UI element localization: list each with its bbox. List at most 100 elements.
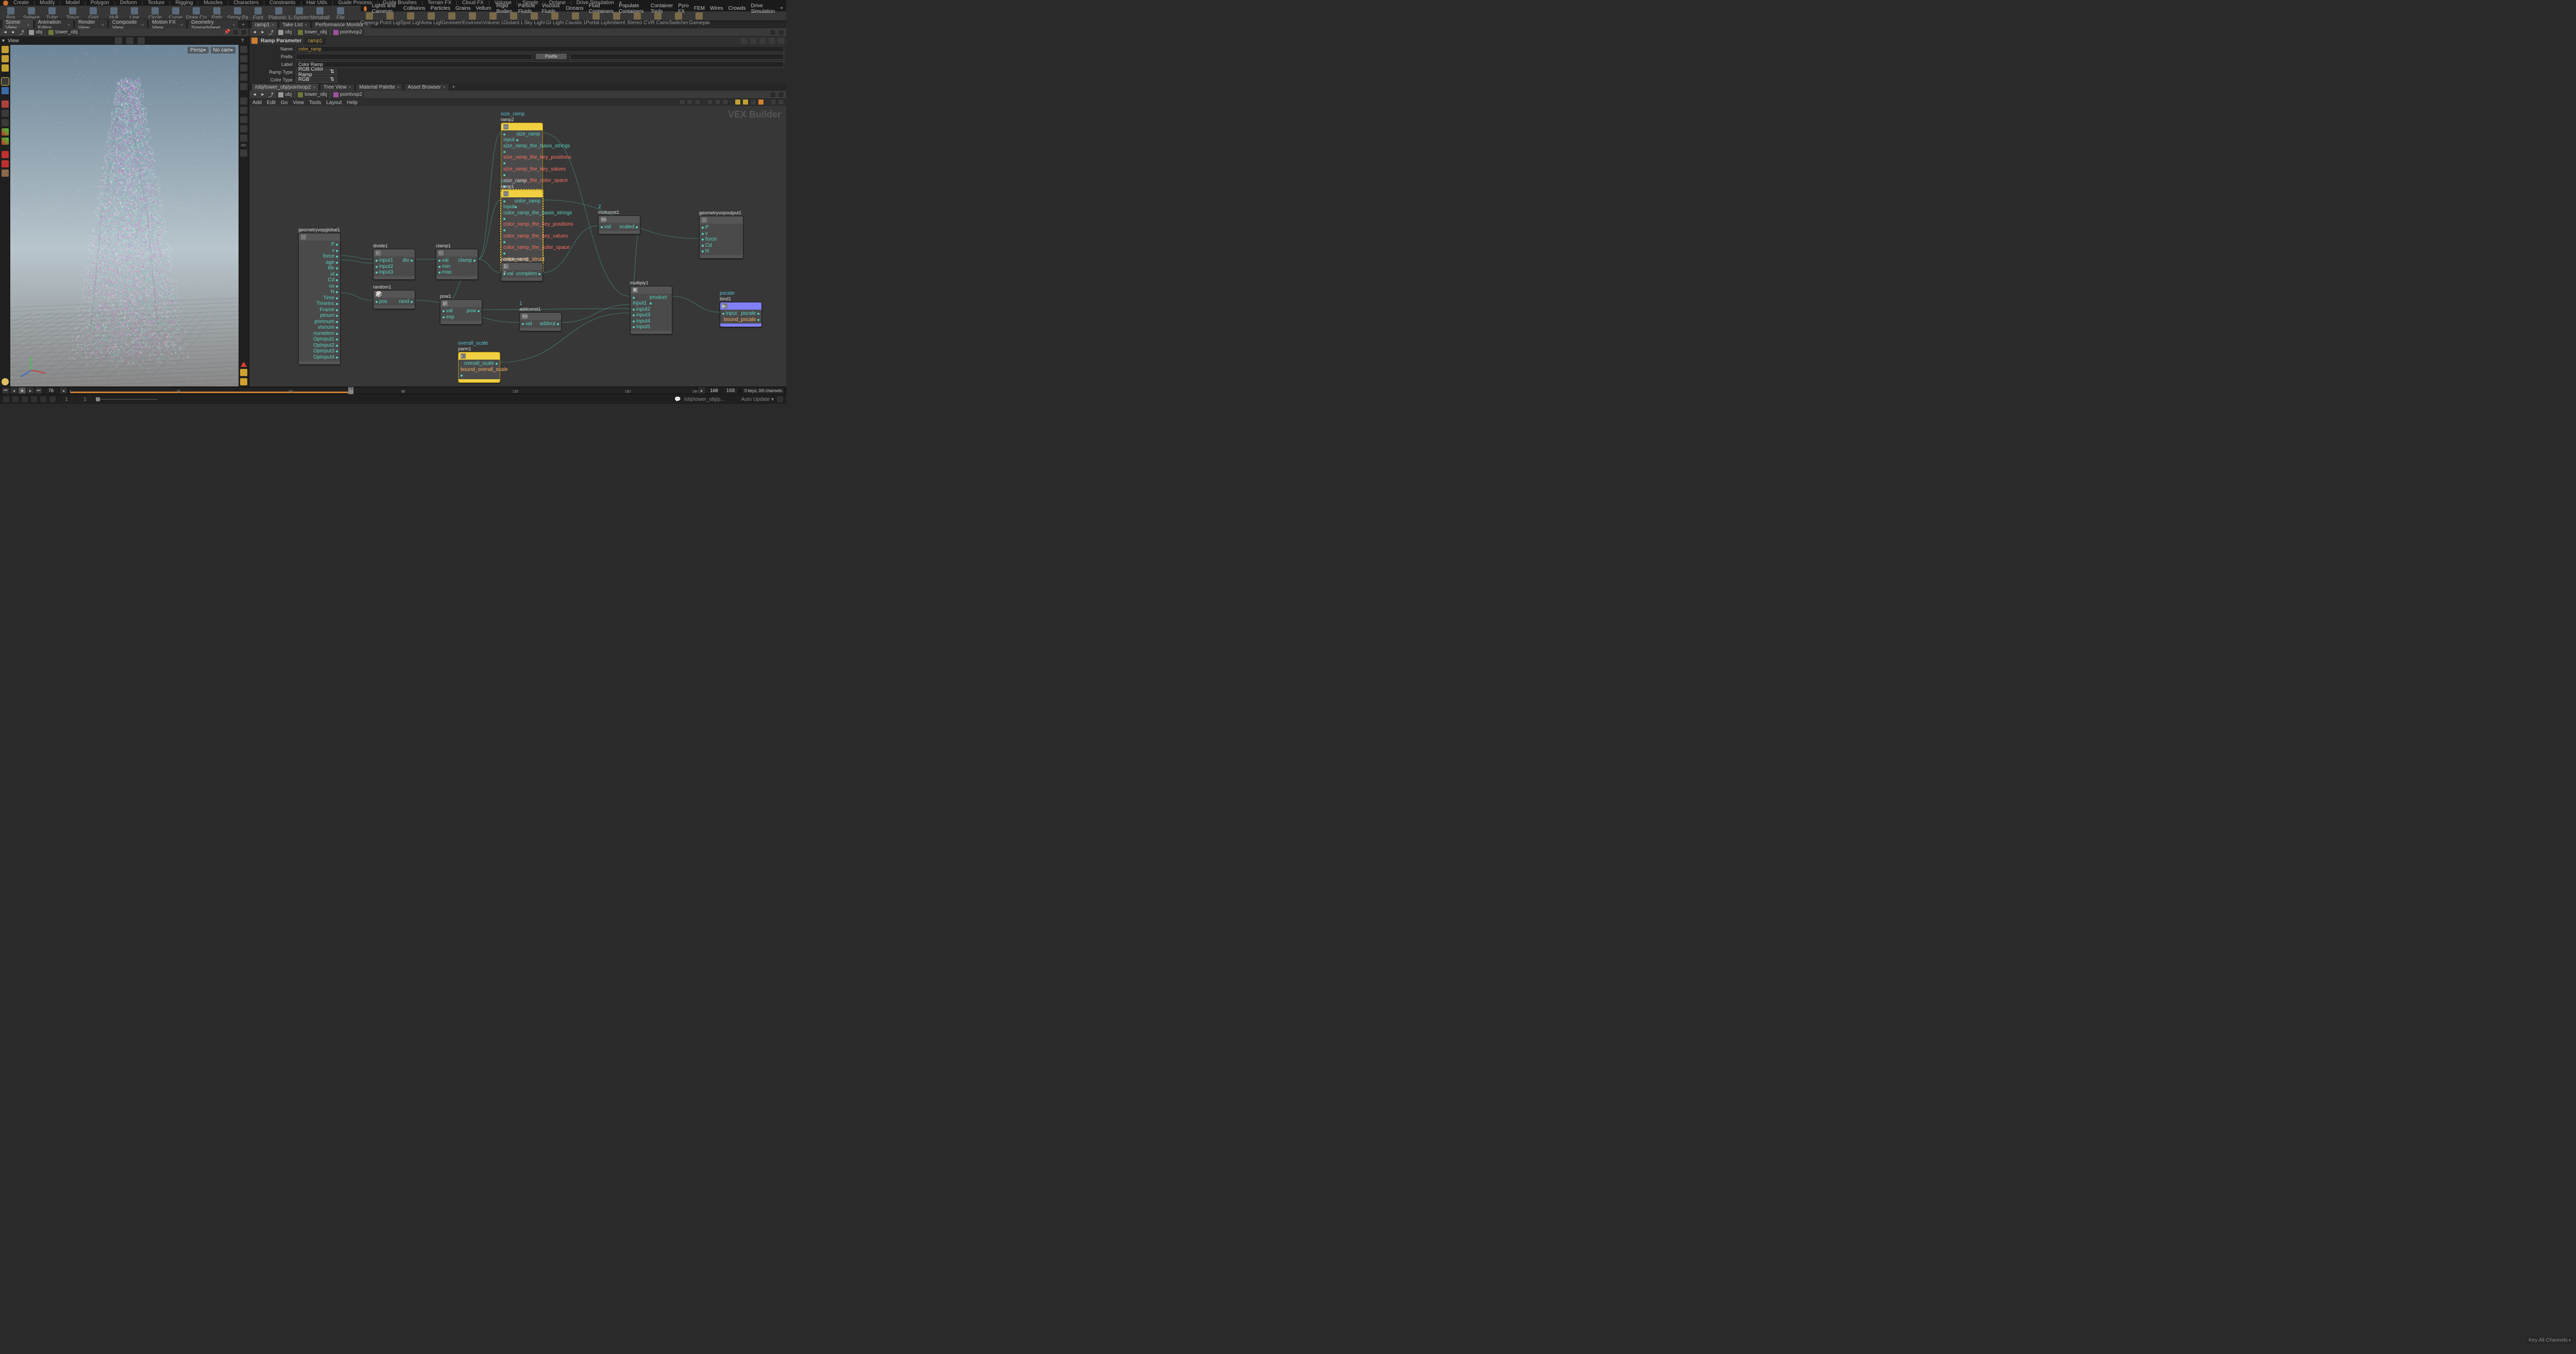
tl-end-field[interactable]: 168 — [706, 388, 722, 393]
shelf2-vr-camera[interactable]: VR Camera — [649, 11, 667, 26]
menu-guide-process[interactable]: Guide Process — [338, 0, 372, 6]
menu-rigging[interactable]: Rigging — [175, 0, 193, 6]
parm-crumb-geo[interactable]: tower_obj — [296, 29, 329, 36]
shelf2-spot-light[interactable]: Spot Light — [402, 11, 419, 26]
menu-constraints[interactable]: Constraints — [269, 0, 296, 6]
parm-nav-up-icon[interactable]: ⤴ — [268, 29, 274, 36]
net-tb-tree-icon[interactable] — [694, 99, 701, 105]
menu2-collisions[interactable]: Collisions — [403, 6, 426, 11]
shelf-l-system[interactable]: L-System — [291, 6, 308, 21]
tool-axis2-icon[interactable] — [2, 138, 9, 145]
viewport-persp-chip[interactable]: Persp▾ — [188, 47, 208, 54]
sb-autoupdate-dropdown[interactable]: Auto Update ▾ — [741, 397, 774, 402]
close-icon[interactable]: × — [349, 85, 351, 90]
parm-gear-icon[interactable] — [741, 38, 747, 44]
disp-normals-icon[interactable] — [240, 107, 247, 114]
net-crumb-vop[interactable]: pointvop2 — [331, 91, 364, 98]
pathbar-menu-icon[interactable] — [232, 29, 239, 36]
shelf2-distant-light[interactable]: Distant Light — [505, 11, 522, 26]
disp-bg-icon[interactable] — [240, 149, 247, 157]
tool-xray-icon[interactable] — [2, 119, 9, 126]
close-icon[interactable]: × — [305, 23, 308, 27]
parm-colortype-dropdown[interactable]: RGB⇅ — [296, 77, 337, 83]
net-crumb-geo[interactable]: tower_obj — [296, 91, 329, 98]
tool-handles-icon[interactable] — [2, 100, 9, 108]
node-geometryvopglobal1[interactable]: geometryvopglobal1P v force age life id … — [298, 227, 341, 365]
tl-loop-left-icon[interactable]: ◂ — [60, 387, 67, 394]
parm-crumb-obj[interactable]: obj — [276, 29, 294, 36]
parm-nodename[interactable]: ramp1 — [304, 38, 325, 44]
menu-terrain-fx[interactable]: Terrain FX — [428, 0, 451, 6]
parm-tab-take-list[interactable]: Take List× — [279, 21, 311, 28]
node-mulconst1[interactable]: 2mulconst1×n valscaled — [598, 204, 640, 234]
net-menu-view[interactable]: View — [293, 100, 304, 106]
snap-grid-icon[interactable] — [115, 37, 122, 44]
net-menu-add[interactable]: Add — [252, 100, 262, 106]
menu2-add-icon[interactable]: + — [780, 6, 783, 11]
net-tb-fx-icon[interactable] — [750, 99, 756, 105]
disp-uvs-icon[interactable] — [240, 116, 247, 123]
shelf2-volume-light[interactable]: Volume Light — [484, 11, 502, 26]
sb-btn2-icon[interactable] — [12, 396, 19, 402]
menu-hair-utils[interactable]: Hair Utils — [307, 0, 328, 6]
view-help-icon[interactable]: ? — [241, 38, 244, 44]
parm-split-icon[interactable] — [778, 29, 784, 36]
shelf2-ambient-light[interactable]: Ambient Light — [608, 11, 625, 26]
net-menu-go[interactable]: Go — [281, 100, 287, 106]
net-menu-layout[interactable]: Layout — [326, 100, 342, 106]
shelf2-gamepad-camera[interactable]: Gamepad Camera — [690, 11, 708, 26]
net-nav-up-icon[interactable]: ⤴ — [268, 92, 274, 98]
snap-point-icon[interactable] — [126, 37, 133, 44]
pathbar-split-icon[interactable] — [241, 29, 247, 36]
disp-ghost-icon[interactable] — [240, 74, 247, 81]
menu2-oceans[interactable]: Oceans — [566, 6, 583, 11]
disp-lock-icon[interactable] — [240, 83, 247, 90]
sb-btn5-icon[interactable] — [40, 396, 46, 402]
parm-crumb-vop[interactable]: pointvop2 — [331, 29, 364, 36]
sb-btn1-icon[interactable] — [3, 396, 9, 402]
tl-first-button[interactable]: ⏮ — [2, 387, 9, 394]
net-tb-color1-icon[interactable] — [735, 99, 741, 105]
disp-points-icon[interactable] — [240, 97, 247, 105]
tl-mode-dropdown[interactable]: Key All Channels ▾ — [2527, 1337, 2573, 1344]
menu-texture[interactable]: Texture — [148, 0, 165, 6]
net-menu-help[interactable]: Help — [347, 100, 358, 106]
net-tb-list-icon[interactable] — [687, 99, 693, 105]
sb-btn4-icon[interactable] — [31, 396, 37, 402]
shelf2-camera[interactable]: Camera — [361, 11, 378, 26]
close-icon[interactable]: × — [101, 23, 104, 27]
parm-reload-icon[interactable] — [759, 38, 766, 44]
net-tb-color2-icon[interactable] — [742, 99, 749, 105]
node-parm1[interactable]: overall_scaleparm1◐overall_scale bound_o… — [458, 341, 500, 383]
shelf2-point-light[interactable]: Point Light — [381, 11, 399, 26]
tl-prev-button[interactable]: ◂ — [10, 387, 18, 394]
tl-last-button[interactable]: ⏭ — [35, 387, 42, 394]
sb-btn3-icon[interactable] — [22, 396, 28, 402]
tool-lasso-icon[interactable] — [2, 55, 9, 62]
parm-prefix-field[interactable] — [296, 54, 533, 60]
menu-model[interactable]: Model — [65, 0, 79, 6]
parm-postfix-button[interactable]: Postfix — [536, 54, 567, 59]
sb-slider[interactable] — [96, 399, 158, 400]
tool-magnet2-icon[interactable] — [2, 160, 9, 167]
nav-pin-icon[interactable]: 📌 — [224, 29, 230, 36]
shelf-metaball[interactable]: Metaball — [311, 6, 329, 21]
close-icon[interactable]: × — [180, 23, 183, 27]
tl-range-end-field[interactable]: 168 — [723, 388, 738, 394]
shelf2-logo-icon[interactable] — [364, 6, 367, 11]
nav-back-icon[interactable]: ◂ — [2, 29, 8, 36]
node-pow1[interactable]: pow1xʸ valpow exp — [440, 294, 482, 325]
shelf2-portal-light[interactable]: Portal Light — [587, 11, 605, 26]
tool-magnet-icon[interactable] — [2, 151, 9, 158]
disp-shade-icon[interactable] — [240, 55, 247, 62]
network-canvas[interactable]: VEX Builder geometryvopglobal1P v force … — [249, 106, 786, 386]
net-tab-3[interactable]: Asset Browser× — [404, 83, 449, 91]
net-tb-cube-icon[interactable] — [758, 99, 764, 105]
net-nav-back-icon[interactable]: ◂ — [251, 92, 258, 98]
tool-coffee-icon[interactable] — [2, 170, 9, 177]
net-tab-2[interactable]: Material Palette× — [355, 83, 403, 91]
net-menu-edit[interactable]: Edit — [267, 100, 276, 106]
shelf2-geometry-light[interactable]: Geometry Light — [443, 11, 461, 26]
tl-playhead[interactable]: 76 — [348, 387, 353, 394]
crumb-tower[interactable]: tower_obj — [46, 29, 79, 36]
